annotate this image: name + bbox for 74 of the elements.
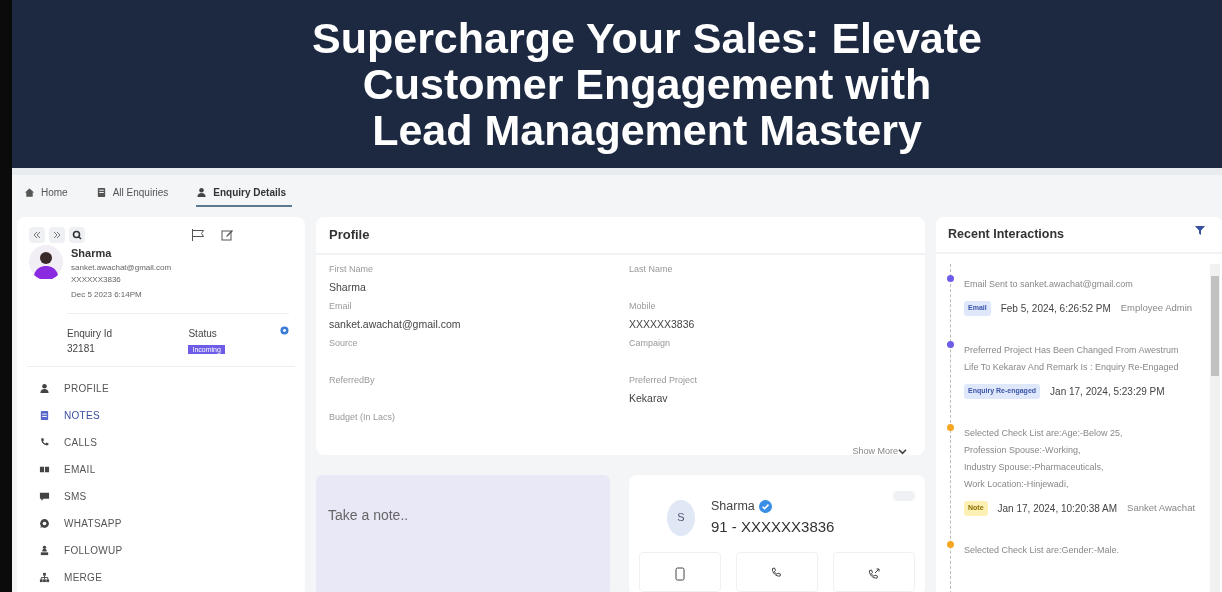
field-label: Campaign: [629, 336, 672, 350]
person-icon: [196, 187, 208, 198]
sidebar-item[interactable]: FOLLOWUP: [29, 536, 293, 564]
scrollbar[interactable]: [1210, 263, 1221, 592]
banner-title: Lead Management Mastery: [372, 107, 922, 153]
mobile-icon: [673, 567, 687, 582]
sidebar-item[interactable]: MERGE: [29, 563, 293, 591]
breadcrumb-tab[interactable]: All Enquiries: [95, 185, 175, 207]
panel-title: Recent Interactions: [948, 226, 1064, 243]
search-icon[interactable]: [69, 227, 85, 243]
document-icon: [95, 187, 107, 198]
field-label: ReferredBy: [329, 373, 376, 387]
chat-bubble-icon: [39, 517, 50, 529]
contact-phone: 91 - XXXXXX3836: [711, 516, 835, 537]
next-icon[interactable]: [49, 227, 65, 243]
sidebar-item[interactable]: CALLS: [29, 428, 293, 456]
interaction-text: Selected Check List are:Gender:-Male.: [964, 543, 1121, 557]
field-label: Source: [329, 336, 359, 350]
note-input-field[interactable]: Take a note..: [316, 475, 610, 592]
interaction-date: Feb 5, 2024, 6:26:52 PM: [1000, 301, 1111, 316]
interaction-date: Jan 17, 2024, 5:23:29 PM: [1050, 384, 1165, 399]
field-label: First Name: [329, 262, 374, 276]
person-icon: [39, 382, 50, 394]
edit-icon[interactable]: [221, 229, 233, 241]
sidebar-item[interactable]: NOTES: [29, 401, 293, 429]
breadcrumb-tab[interactable]: Home: [24, 185, 74, 207]
settings-icon[interactable]: [280, 325, 289, 335]
flag-icon[interactable]: [191, 229, 205, 241]
interaction-date: Jan 17, 2024, 10:20:38 AM: [997, 501, 1118, 516]
lead-name: Sharma: [71, 246, 113, 261]
show-more-link[interactable]: Show More: [846, 443, 913, 459]
call-option-button[interactable]: [639, 552, 721, 592]
interaction-author: Sanket Awachat: [1127, 501, 1196, 516]
field-value: Kekarav: [629, 391, 669, 406]
interaction-text: Selected Check List are:Age:-Below 25, Profession Spouse:-Working, Industry Spouse:-Pharmaceuticals, Work Location:-Hinjewadi,: [964, 426, 1124, 491]
interaction-author: Employee Admin: [1120, 301, 1193, 316]
card-title: Profile: [316, 217, 925, 255]
breadcrumb-tab[interactable]: Enquiry Details: [196, 185, 293, 207]
status-label: Status: [188, 326, 218, 341]
banner-title: Supercharge Your Sales: Elevate: [312, 15, 982, 61]
hierarchy-icon: [39, 571, 50, 583]
interaction-text: Email Sent to sanket.awachat@gmail.com: [964, 277, 1134, 291]
field-label: Last Name: [629, 262, 674, 276]
contact-avatar: S: [667, 499, 695, 536]
field-value: sanket.awachat@gmail.com: [329, 317, 462, 332]
home-icon: [24, 187, 35, 198]
sidebar-item[interactable]: WHATSAPP: [29, 509, 293, 537]
note-icon: [39, 409, 50, 421]
field-label: Budget (In Lacs): [329, 410, 397, 424]
enquiry-id-label: Enquiry Id: [67, 326, 114, 341]
banner-title: Customer Engagement with: [362, 61, 932, 107]
lead-email: sanket.awachat@gmail.com: [71, 261, 172, 274]
sidebar-item[interactable]: SMS: [29, 482, 293, 510]
person-icon: [39, 544, 50, 556]
field-value: XXXXXX3836: [629, 317, 696, 332]
contact-name: Sharma: [711, 498, 755, 515]
avatar-silhouette: [29, 245, 63, 279]
scrollbar-thumb[interactable]: [1211, 275, 1220, 376]
field-label: Email: [329, 299, 353, 313]
chevron-down-icon: [898, 447, 907, 455]
field-label: Mobile: [629, 299, 657, 313]
sidebar-item[interactable]: EMAIL: [29, 455, 293, 483]
filter-icon[interactable]: [1195, 225, 1206, 235]
phone-icon: [39, 436, 50, 448]
phone-outgoing-icon: [867, 567, 881, 582]
previous-icon[interactable]: [29, 227, 45, 243]
field-value: Sharma: [329, 280, 367, 295]
lead-date: Dec 5 2023 6:14PM: [71, 288, 143, 301]
field-label: Preferred Project: [629, 373, 699, 387]
chat-icon: [39, 490, 50, 502]
interaction-text: Preferred Project Has Been Changed From Awestrum Life To Kekarav And Remark Is : Enquiry Re-Engaged: [964, 343, 1180, 374]
enquiry-id-value: 32181: [67, 341, 96, 356]
sidebar-item[interactable]: PROFILE: [29, 374, 293, 402]
lead-phone: XXXXXX3836: [71, 273, 122, 286]
